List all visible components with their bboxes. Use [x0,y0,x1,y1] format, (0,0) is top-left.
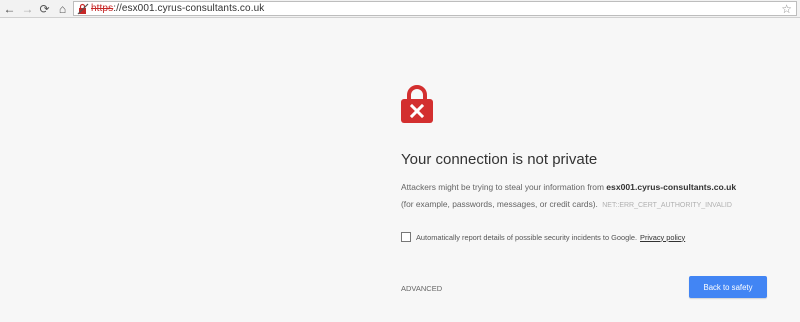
forward-arrow-icon[interactable]: → [20,1,35,16]
url-scheme: https [91,3,114,14]
hostname: esx001.cyrus-consultants.co.uk [606,182,737,192]
advanced-button[interactable]: ADVANCED [401,284,442,293]
explanation-text: Attackers might be trying to steal your … [401,179,771,214]
report-option: Automatically report details of possible… [401,232,685,242]
explanation-suffix: (for example, passwords, messages, or cr… [401,199,598,209]
url-text[interactable]: https://esx001.cyrus-consultants.co.uk [91,3,264,14]
bookmark-star-icon[interactable]: ☆ [781,2,792,16]
back-to-safety-button[interactable]: Back to safety [689,276,767,298]
report-label[interactable]: Automatically report details of possible… [416,233,637,242]
page-title: Your connection is not private [401,151,598,168]
error-code: NET::ERR_CERT_AUTHORITY_INVALID [602,202,732,209]
broken-lock-icon[interactable] [77,3,89,15]
privacy-policy-link[interactable]: Privacy policy [640,233,685,242]
report-checkbox[interactable] [401,232,411,242]
url-rest: ://esx001.cyrus-consultants.co.uk [113,3,265,14]
address-bar[interactable]: https://esx001.cyrus-consultants.co.uk ☆ [73,1,797,16]
lock-error-icon [401,85,433,123]
reload-icon[interactable]: ⟳ [37,1,52,16]
explanation-prefix: Attackers might be trying to steal your … [401,182,607,192]
home-icon[interactable]: ⌂ [55,1,70,16]
back-arrow-icon[interactable]: ← [2,1,17,16]
browser-toolbar: ← → ⟳ ⌂ https://esx001.cyrus-consultants… [0,0,800,18]
